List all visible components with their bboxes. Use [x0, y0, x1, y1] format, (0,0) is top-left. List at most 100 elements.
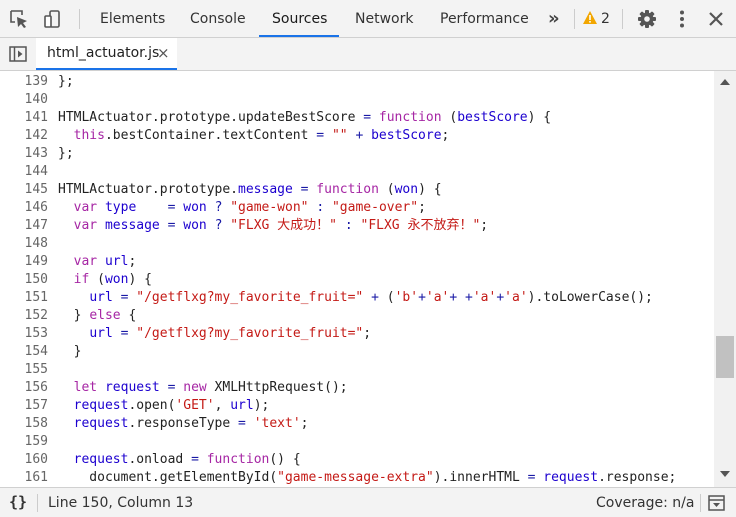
- scroll-up-arrow-icon[interactable]: [720, 79, 730, 85]
- line-number[interactable]: 155: [0, 361, 48, 379]
- line-number[interactable]: 158: [0, 415, 48, 433]
- line-number[interactable]: 153: [0, 325, 48, 343]
- code-line[interactable]: 143};: [0, 145, 714, 163]
- code-text: var url;: [73, 254, 137, 269]
- code-text: url = "/getflxg?my_favorite_fruit=" + ('…: [89, 290, 653, 305]
- selected-tab-indicator: [259, 35, 339, 37]
- line-number[interactable]: 156: [0, 379, 48, 397]
- cursor-position: Line 150, Column 13: [48, 495, 194, 511]
- file-tab-indicator: [36, 68, 177, 70]
- toolbar-divider: [574, 9, 575, 29]
- code-line[interactable]: 147 var message = won ? "FLXG 大成功！" : "F…: [0, 217, 714, 235]
- line-number[interactable]: 139: [0, 73, 48, 91]
- devtools-toolbar: Elements Console Sources Network Perform…: [0, 0, 736, 38]
- close-icon[interactable]: [705, 8, 727, 30]
- code-text: request.open('GET', url);: [73, 398, 270, 413]
- code-line[interactable]: 160 request.onload = function() {: [0, 451, 714, 469]
- status-bar: {} Line 150, Column 13 Coverage: n/a: [0, 487, 736, 517]
- code-text: var type = won ? "game-won" : "game-over…: [73, 200, 426, 215]
- file-tab-label: html_actuator.js: [47, 45, 160, 61]
- more-tabs-button[interactable]: »: [548, 0, 560, 37]
- line-number[interactable]: 142: [0, 127, 48, 145]
- toggle-drawer-icon[interactable]: [708, 495, 725, 511]
- line-number[interactable]: 147: [0, 217, 48, 235]
- file-tab-close-button[interactable]: ×: [157, 38, 170, 68]
- code-line[interactable]: 153 url = "/getflxg?my_favorite_fruit=";: [0, 325, 714, 343]
- toggle-navigator-icon[interactable]: [9, 46, 27, 62]
- code-text: };: [58, 74, 74, 89]
- code-line[interactable]: 159: [0, 433, 714, 451]
- code-text: HTMLActuator.prototype.message = functio…: [58, 182, 442, 197]
- code-text: let request = new XMLHttpRequest();: [73, 380, 348, 395]
- tab-elements[interactable]: Elements: [100, 0, 165, 37]
- scroll-down-arrow-icon[interactable]: [720, 471, 730, 477]
- line-number[interactable]: 140: [0, 91, 48, 109]
- code-text: var message = won ? "FLXG 大成功！" : "FLXG …: [73, 218, 489, 233]
- line-number[interactable]: 157: [0, 397, 48, 415]
- code-line[interactable]: 152 } else {: [0, 307, 714, 325]
- line-number[interactable]: 160: [0, 451, 48, 469]
- code-line[interactable]: 142 this.bestContainer.textContent = "" …: [0, 127, 714, 145]
- code-line[interactable]: 158 request.responseType = 'text';: [0, 415, 714, 433]
- line-number[interactable]: 146: [0, 199, 48, 217]
- code-line[interactable]: 151 url = "/getflxg?my_favorite_fruit=" …: [0, 289, 714, 307]
- line-number[interactable]: 143: [0, 145, 48, 163]
- scrollbar-thumb[interactable]: [716, 336, 734, 378]
- code-line[interactable]: 146 var type = won ? "game-won" : "game-…: [0, 199, 714, 217]
- editor-tab-bar: html_actuator.js ×: [0, 38, 736, 71]
- code-text: url = "/getflxg?my_favorite_fruit=";: [89, 326, 372, 341]
- line-number[interactable]: 154: [0, 343, 48, 361]
- line-number[interactable]: 152: [0, 307, 48, 325]
- code-editor[interactable]: 139}; 140 141 HTMLActuator.prototype.update…: [0, 71, 714, 487]
- more-vert-icon[interactable]: [671, 8, 693, 30]
- code-line[interactable]: 161 document.getElementById("game-messag…: [0, 469, 714, 487]
- warning-icon[interactable]: [582, 10, 598, 26]
- line-number[interactable]: 148: [0, 235, 48, 253]
- code-line[interactable]: 149 var url;: [0, 253, 714, 271]
- code-line[interactable]: 141 HTMLActuator.prototype.updateBestScor…: [0, 109, 714, 127]
- code-line[interactable]: 144: [0, 163, 714, 181]
- toolbar-divider: [622, 9, 623, 29]
- code-text: if (won) {: [73, 272, 152, 287]
- code-line[interactable]: 148: [0, 235, 714, 253]
- code-line[interactable]: 157 request.open('GET', url);: [0, 397, 714, 415]
- line-number[interactable]: 151: [0, 289, 48, 307]
- tab-sources[interactable]: Sources: [272, 0, 327, 37]
- code-text: }: [58, 344, 82, 359]
- file-tab[interactable]: html_actuator.js ×: [36, 38, 177, 70]
- line-number[interactable]: 150: [0, 271, 48, 289]
- toolbar-divider: [79, 9, 80, 29]
- code-text: request.onload = function() {: [73, 452, 301, 467]
- status-divider: [37, 494, 38, 512]
- code-text: } else {: [58, 308, 137, 323]
- inspect-element-icon[interactable]: [8, 8, 30, 30]
- line-number[interactable]: 149: [0, 253, 48, 271]
- editor-scrollbar[interactable]: [714, 71, 736, 487]
- warning-count[interactable]: 2: [601, 0, 610, 38]
- tab-performance[interactable]: Performance: [440, 0, 529, 37]
- code-line[interactable]: 145 HTMLActuator.prototype.message = func…: [0, 181, 714, 199]
- device-toolbar-icon[interactable]: [42, 8, 64, 30]
- code-line[interactable]: 155: [0, 361, 714, 379]
- code-text: document.getElementById("game-message-ex…: [58, 470, 677, 485]
- tab-console[interactable]: Console: [190, 0, 246, 37]
- line-number[interactable]: 161: [0, 469, 48, 487]
- line-number[interactable]: 145: [0, 181, 48, 199]
- tab-network[interactable]: Network: [355, 0, 413, 37]
- code-line[interactable]: 139};: [0, 73, 714, 91]
- coverage-status: Coverage: n/a: [596, 495, 695, 511]
- code-line[interactable]: 140: [0, 91, 714, 109]
- code-text: request.responseType = 'text';: [73, 416, 309, 431]
- settings-gear-icon[interactable]: [636, 8, 658, 30]
- code-text: };: [58, 146, 74, 161]
- pretty-print-button[interactable]: {}: [9, 488, 27, 517]
- line-number[interactable]: 159: [0, 433, 48, 451]
- status-divider: [700, 494, 701, 512]
- code-text: this.bestContainer.textContent = "" + be…: [73, 128, 450, 143]
- code-line[interactable]: 156 let request = new XMLHttpRequest();: [0, 379, 714, 397]
- code-line[interactable]: 150 if (won) {: [0, 271, 714, 289]
- code-line[interactable]: 154 }: [0, 343, 714, 361]
- code-text: HTMLActuator.prototype.updateBestScore =…: [58, 110, 552, 125]
- line-number[interactable]: 144: [0, 163, 48, 181]
- line-number[interactable]: 141: [0, 109, 48, 127]
